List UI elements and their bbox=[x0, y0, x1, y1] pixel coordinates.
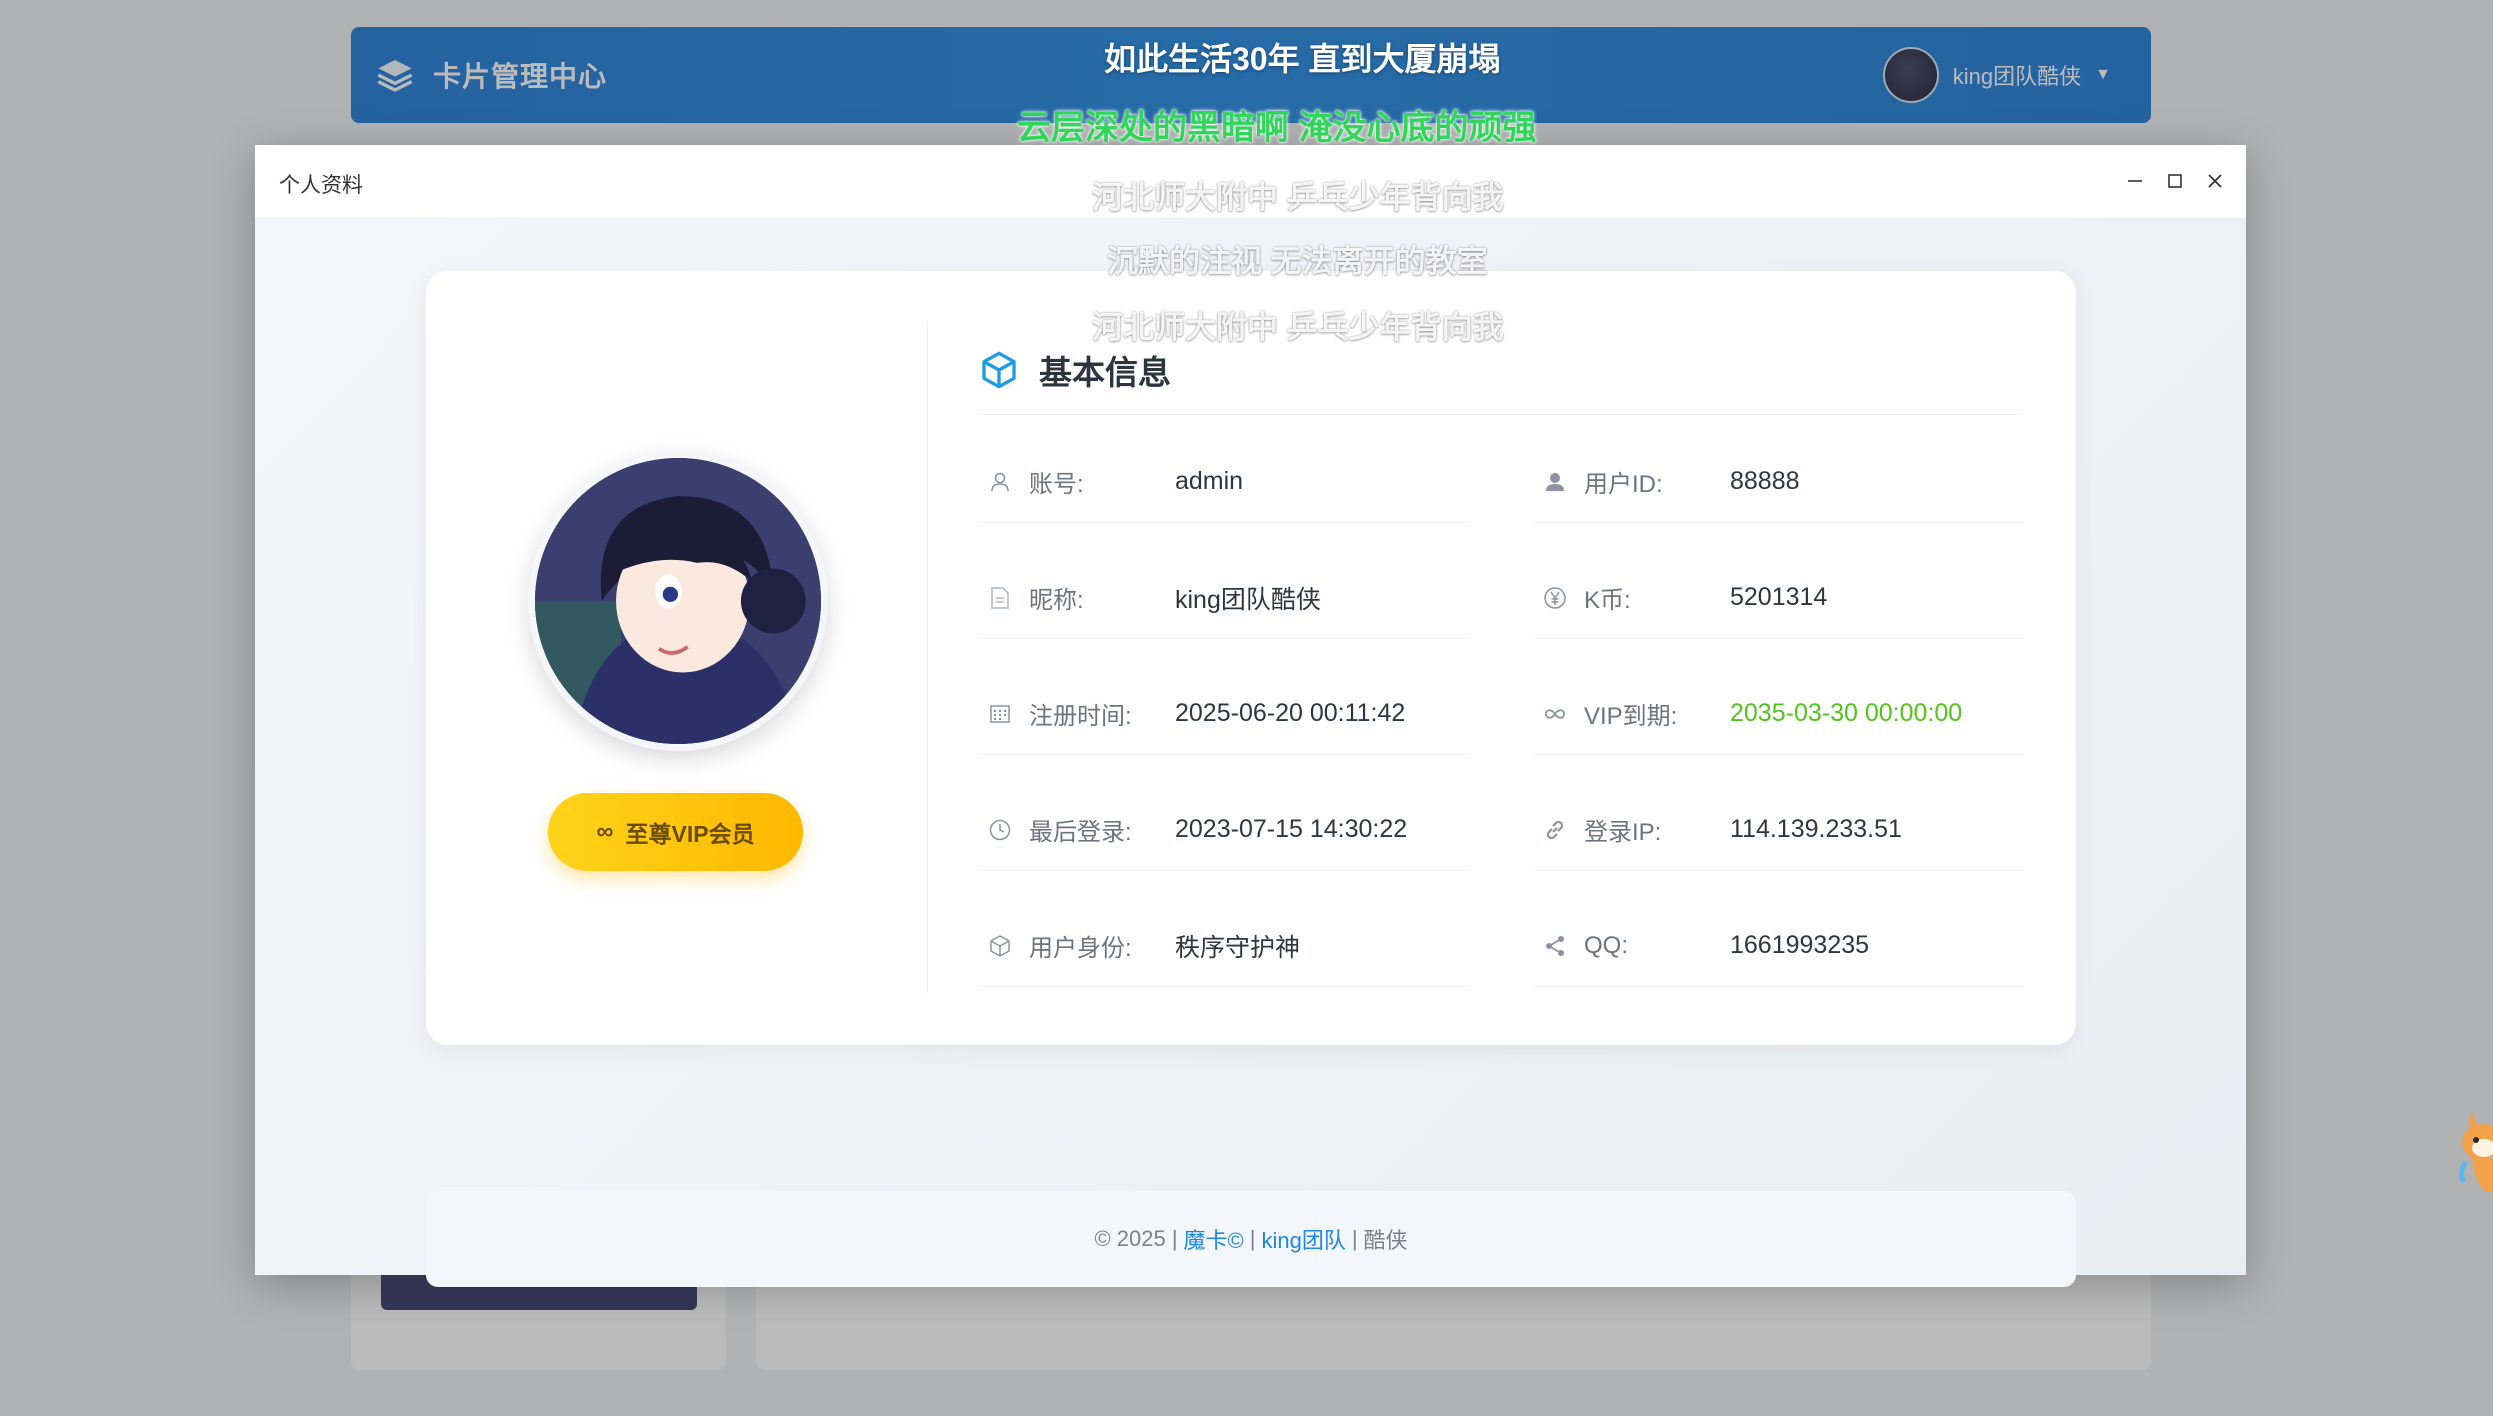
minimize-button[interactable] bbox=[2122, 163, 2148, 199]
window-controls bbox=[2122, 163, 2228, 199]
profile-left-column: ∞ 至尊VIP会员 bbox=[426, 271, 927, 1045]
section-title: 基本信息 bbox=[1039, 353, 1171, 391]
field-label: K币: bbox=[1584, 587, 1631, 614]
field-value: 2023-07-15 14:30:22 bbox=[1175, 815, 1408, 843]
info-item-kcoin: K币: 5201314 bbox=[1534, 557, 2024, 639]
field-label: QQ: bbox=[1584, 931, 1629, 959]
document-icon bbox=[983, 586, 1017, 610]
calendar-icon bbox=[983, 702, 1017, 726]
mascot-icon[interactable] bbox=[2454, 1102, 2493, 1198]
lyric-line: 沉默的注视 无法离开的教室 bbox=[1107, 244, 1488, 279]
footer-separator: | bbox=[1249, 1226, 1256, 1251]
field-label: 用户身份: bbox=[1029, 935, 1132, 962]
field-value: admin bbox=[1175, 467, 1244, 495]
vip-badge-label: 至尊VIP会员 bbox=[625, 821, 755, 847]
link-icon bbox=[1538, 818, 1572, 842]
footer-copyright: © 2025 | bbox=[1094, 1226, 1178, 1251]
maximize-button[interactable] bbox=[2162, 163, 2188, 199]
avatar-illustration bbox=[535, 458, 821, 744]
minimize-icon bbox=[2128, 180, 2142, 182]
field-value: 88888 bbox=[1730, 467, 1800, 495]
modal-body: ∞ 至尊VIP会员 基本信息 账号: admin 用户ID: 88888 昵称:… bbox=[255, 219, 2246, 1287]
modal-title: 个人资料 bbox=[279, 174, 363, 197]
field-label: 注册时间: bbox=[1029, 703, 1132, 730]
lyric-line: 如此生活30年 直到大厦崩塌 bbox=[1104, 41, 1501, 77]
info-item-register-time: 注册时间: 2025-06-20 00:11:42 bbox=[979, 673, 1469, 755]
info-row: 最后登录: 2023-07-15 14:30:22 登录IP: 114.139.… bbox=[979, 789, 2024, 875]
cube-icon bbox=[982, 351, 1016, 388]
yen-icon bbox=[1538, 586, 1572, 610]
field-value: 2035-03-30 00:00:00 bbox=[1730, 699, 1963, 727]
close-button[interactable] bbox=[2202, 163, 2228, 199]
info-item-qq: QQ: 1661993235 bbox=[1534, 905, 2024, 987]
field-value: 5201314 bbox=[1730, 583, 1828, 611]
info-row: 用户身份: 秩序守护神 QQ: 1661993235 bbox=[979, 905, 2024, 991]
field-label: 昵称: bbox=[1029, 587, 1084, 614]
cube-icon bbox=[983, 934, 1017, 958]
info-item-login-ip: 登录IP: 114.139.233.51 bbox=[1534, 789, 2024, 871]
maximize-icon bbox=[2168, 174, 2182, 188]
field-label: 登录IP: bbox=[1584, 819, 1662, 846]
share-icon bbox=[1538, 934, 1572, 958]
footer-author: 酷侠 bbox=[1363, 1228, 1408, 1253]
profile-avatar bbox=[528, 451, 828, 751]
profile-card: ∞ 至尊VIP会员 基本信息 账号: admin 用户ID: 88888 昵称:… bbox=[426, 271, 2076, 1045]
field-label: VIP到期: bbox=[1584, 703, 1678, 730]
footer-link-moka[interactable]: 魔卡© bbox=[1184, 1223, 1244, 1255]
field-label: 最后登录: bbox=[1029, 819, 1132, 846]
close-icon bbox=[2208, 174, 2222, 188]
footer-link-team[interactable]: king团队 bbox=[1261, 1223, 1345, 1255]
vip-badge: ∞ 至尊VIP会员 bbox=[548, 793, 803, 871]
footer-separator: | bbox=[1351, 1226, 1358, 1251]
info-item-role: 用户身份: 秩序守护神 bbox=[979, 905, 1469, 987]
user-outline-icon bbox=[983, 470, 1017, 494]
info-item-nickname: 昵称: king团队酷侠 bbox=[979, 557, 1469, 639]
field-value: 114.139.233.51 bbox=[1730, 815, 1902, 843]
lyric-line: 河北师大附中 乒乓少年背向我 bbox=[1092, 310, 1504, 345]
user-solid-icon bbox=[1538, 470, 1572, 494]
info-row: 账号: admin 用户ID: 88888 bbox=[979, 441, 2024, 527]
lyric-line-current: 云层深处的黑暗啊 淹没心底的顽强 bbox=[1017, 109, 1537, 147]
info-row: 昵称: king团队酷侠 K币: 5201314 bbox=[979, 557, 2024, 643]
field-value: king团队酷侠 bbox=[1175, 585, 1321, 614]
infinity-icon: ∞ bbox=[596, 818, 614, 845]
clock-icon bbox=[983, 818, 1017, 842]
field-value: 2025-06-20 00:11:42 bbox=[1175, 699, 1406, 727]
field-value: 秩序守护神 bbox=[1175, 933, 1301, 962]
info-row: 注册时间: 2025-06-20 00:11:42 VIP到期: 2035-03… bbox=[979, 673, 2024, 759]
field-value: 1661993235 bbox=[1730, 931, 1870, 959]
info-item-vip-expire: VIP到期: 2035-03-30 00:00:00 bbox=[1534, 673, 2024, 755]
info-item-last-login: 最后登录: 2023-07-15 14:30:22 bbox=[979, 789, 1469, 871]
infinity-icon bbox=[1538, 702, 1572, 726]
lyric-line: 河北师大附中 乒乓少年背向我 bbox=[1092, 180, 1504, 215]
field-label: 账号: bbox=[1029, 471, 1084, 498]
info-item-account: 账号: admin bbox=[979, 441, 1469, 523]
info-item-user-id: 用户ID: 88888 bbox=[1534, 441, 2024, 523]
field-label: 用户ID: bbox=[1584, 471, 1663, 498]
footer: © 2025 | 魔卡© | king团队 | 酷侠 bbox=[426, 1191, 2076, 1287]
column-divider bbox=[927, 323, 928, 993]
